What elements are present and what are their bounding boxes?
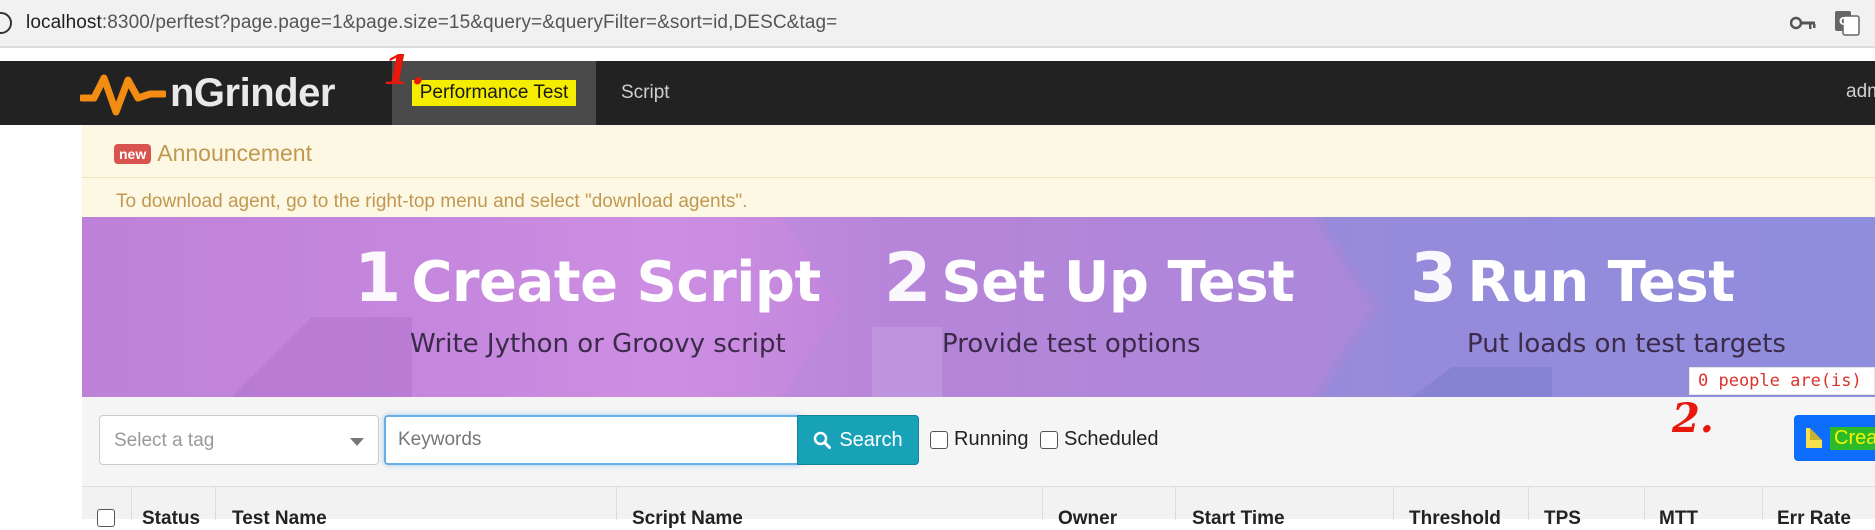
running-label: Running — [954, 428, 1029, 450]
browser-url-bar: localhost:8300/perftest?page.page=1&page… — [0, 0, 1875, 48]
tag-select[interactable]: Select a tag — [99, 415, 379, 465]
create-test-button[interactable]: Create Test — [1794, 415, 1875, 461]
column-divider — [215, 487, 216, 520]
announcement-heading: new Announcement — [114, 140, 312, 167]
people-count-tooltip: 0 people are(is) — [1689, 367, 1875, 395]
svg-text:G: G — [1839, 15, 1848, 28]
column-script-name[interactable]: Script Name — [632, 508, 743, 530]
search-button[interactable]: Search — [797, 415, 919, 465]
column-divider — [1175, 487, 1176, 520]
step-3-number: 3 — [1410, 239, 1458, 318]
url-path: :8300/perftest?page.page=1&page.size=15&… — [101, 12, 838, 33]
column-divider — [131, 487, 132, 520]
select-all-checkbox[interactable] — [97, 509, 115, 527]
logo-text: nGrinder — [170, 70, 335, 115]
column-err-rate[interactable]: Err Rate — [1777, 508, 1851, 530]
column-tps[interactable]: TPS — [1544, 508, 1581, 530]
running-checkbox[interactable] — [930, 430, 948, 449]
column-status[interactable]: Status — [142, 508, 200, 530]
site-info-icon[interactable] — [0, 12, 12, 34]
tab-performance-test-label: Performance Test — [411, 80, 577, 106]
step-1-number: 1 — [354, 239, 402, 318]
top-navbar: nGrinder Performance Test Script adm — [0, 61, 1875, 125]
step-1-title: Create Script — [411, 250, 821, 315]
user-menu[interactable]: adm — [1846, 81, 1875, 103]
create-test-label: Create Test — [1830, 426, 1875, 450]
ngrinder-logo[interactable]: nGrinder — [80, 65, 335, 121]
step-1: 1 Create Script — [354, 239, 821, 318]
column-divider — [1762, 487, 1763, 520]
column-divider — [1042, 487, 1043, 520]
column-divider — [1528, 487, 1529, 520]
scheduled-filter[interactable]: Scheduled — [1040, 428, 1159, 451]
step-2-subtitle: Provide test options — [942, 329, 1201, 359]
column-owner[interactable]: Owner — [1058, 508, 1117, 530]
workflow-banner: 1 Create Script Write Jython or Groovy s… — [82, 217, 1875, 397]
scheduled-checkbox[interactable] — [1040, 430, 1058, 449]
new-badge: new — [114, 143, 152, 164]
announcement-body: To download agent, go to the right-top m… — [116, 191, 748, 212]
running-filter[interactable]: Running — [930, 428, 1029, 451]
announcement-divider — [82, 177, 1875, 178]
translate-icon[interactable]: G — [1834, 10, 1860, 36]
column-divider — [616, 487, 617, 520]
step-2-number: 2 — [884, 239, 932, 318]
column-divider — [1393, 487, 1394, 520]
url-field[interactable]: localhost:8300/perftest?page.page=1&page… — [26, 12, 837, 34]
step-1-subtitle: Write Jython or Groovy script — [410, 329, 786, 359]
tab-script[interactable]: Script — [621, 61, 670, 125]
keyword-search-input[interactable] — [384, 415, 800, 465]
step-3: 3 Run Test — [1410, 239, 1735, 318]
step-2: 2 Set Up Test — [884, 239, 1295, 318]
url-host: localhost — [26, 12, 102, 33]
announcement-title[interactable]: Announcement — [157, 140, 312, 167]
announcement-panel: new Announcement To download agent, go t… — [82, 125, 1875, 217]
column-divider — [1644, 487, 1645, 520]
step-2-title: Set Up Test — [941, 250, 1295, 315]
column-start-time[interactable]: Start Time — [1192, 508, 1285, 530]
search-icon — [814, 431, 832, 449]
tag-select-placeholder: Select a tag — [114, 430, 215, 451]
annotation-step-1: 1. — [383, 47, 425, 94]
step-3-subtitle: Put loads on test targets — [1467, 329, 1786, 359]
search-button-label: Search — [839, 428, 903, 451]
column-threshold[interactable]: Threshold — [1409, 508, 1501, 530]
annotation-step-2: 2. — [1672, 395, 1714, 442]
test-table-header: Status Test Name Script Name Owner Start… — [82, 486, 1875, 529]
test-list-toolbar: Select a tag Search Running Scheduled Cr… — [82, 397, 1875, 486]
column-mtt[interactable]: MTT — [1659, 508, 1698, 530]
key-icon[interactable] — [1790, 14, 1816, 32]
scheduled-label: Scheduled — [1064, 428, 1159, 450]
chevron-down-icon — [350, 438, 364, 446]
file-icon — [1806, 428, 1823, 448]
step-3-title: Run Test — [1467, 250, 1735, 315]
logo-wave-icon — [80, 74, 166, 116]
column-test-name[interactable]: Test Name — [232, 508, 327, 530]
